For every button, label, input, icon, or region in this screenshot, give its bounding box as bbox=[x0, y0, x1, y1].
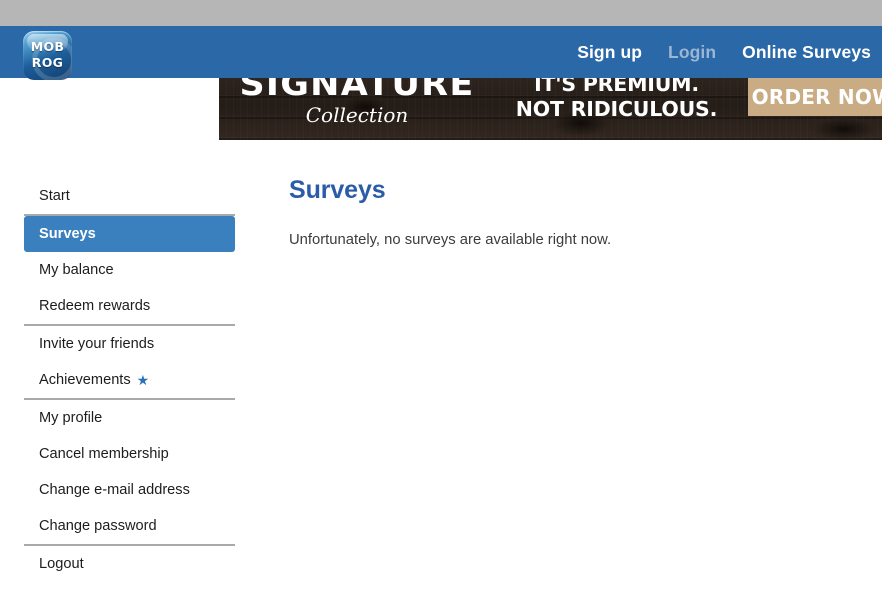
sidebar-item-surveys[interactable]: Surveys bbox=[24, 216, 235, 252]
sidebar-item-label: Change e-mail address bbox=[39, 482, 190, 498]
ad-order-now-label: ORDER NOW bbox=[751, 85, 882, 109]
sidebar-item-label: Logout bbox=[39, 556, 84, 572]
logo-line-2: ROG bbox=[31, 55, 64, 70]
main-nav: Sign up Login Online Surveys bbox=[577, 26, 871, 78]
browser-chrome-strip bbox=[0, 0, 882, 26]
achievement-star-icon: ★ bbox=[136, 372, 150, 388]
ad-tagline: IT'S PREMIUM. NOT RIDICULOUS. bbox=[484, 78, 749, 122]
sidebar-item-label: Redeem rewards bbox=[39, 298, 151, 314]
advertisement-banner[interactable]: SIGNATURE Collection IT'S PREMIUM. NOT R… bbox=[219, 78, 882, 140]
ad-brand-block: SIGNATURE Collection bbox=[237, 78, 477, 127]
sidebar-item-label: Surveys bbox=[39, 226, 96, 242]
wood-texture-knot bbox=[809, 116, 879, 140]
main-content: Surveys Unfortunately, no surveys are av… bbox=[289, 176, 849, 248]
ad-tagline-line-1: IT'S PREMIUM. bbox=[534, 78, 699, 96]
logo-text: MOB ROG bbox=[23, 39, 72, 71]
sidebar-item-logout[interactable]: Logout bbox=[24, 546, 235, 582]
sidebar-item-invite-friends[interactable]: Invite your friends bbox=[24, 326, 235, 362]
nav-online-surveys[interactable]: Online Surveys bbox=[742, 42, 871, 63]
sidebar-menu: Start Surveys My balance Redeem rewards Invi… bbox=[24, 178, 235, 582]
sidebar-item-change-password[interactable]: Change password bbox=[24, 508, 235, 544]
ad-headline-collection: Collection bbox=[305, 103, 409, 127]
ad-headline-signature: SIGNATURE bbox=[239, 78, 475, 103]
nav-sign-up[interactable]: Sign up bbox=[577, 42, 642, 63]
sidebar-item-my-balance[interactable]: My balance bbox=[24, 252, 235, 288]
page-title: Surveys bbox=[289, 176, 386, 204]
sidebar-item-start[interactable]: Start bbox=[24, 178, 235, 214]
sidebar-item-achievements[interactable]: Achievements ★ bbox=[24, 362, 235, 398]
mobrog-logo[interactable]: MOB ROG bbox=[23, 31, 72, 80]
sidebar-item-label: Change password bbox=[39, 518, 157, 534]
sidebar-item-change-email[interactable]: Change e-mail address bbox=[24, 472, 235, 508]
sidebar-item-label: Achievements bbox=[39, 372, 131, 388]
sidebar-item-cancel-membership[interactable]: Cancel membership bbox=[24, 436, 235, 472]
sidebar-item-redeem-rewards[interactable]: Redeem rewards bbox=[24, 288, 235, 324]
nav-login[interactable]: Login bbox=[668, 42, 716, 63]
ad-order-now-button[interactable]: ORDER NOW bbox=[748, 78, 882, 116]
sidebar-item-label: Invite your friends bbox=[39, 336, 155, 352]
sidebar-item-label: Cancel membership bbox=[39, 446, 169, 462]
site-header: MOB ROG Sign up Login Online Surveys bbox=[0, 26, 882, 80]
sidebar-item-label: My balance bbox=[39, 262, 114, 278]
sidebar-item-label: My profile bbox=[39, 410, 103, 426]
sidebar-item-label: Start bbox=[39, 188, 70, 204]
no-surveys-message: Unfortunately, no surveys are available … bbox=[289, 232, 612, 248]
sidebar-item-my-profile[interactable]: My profile bbox=[24, 400, 235, 436]
ad-tagline-line-2: NOT RIDICULOUS. bbox=[515, 97, 718, 121]
logo-line-1: MOB bbox=[30, 39, 65, 54]
